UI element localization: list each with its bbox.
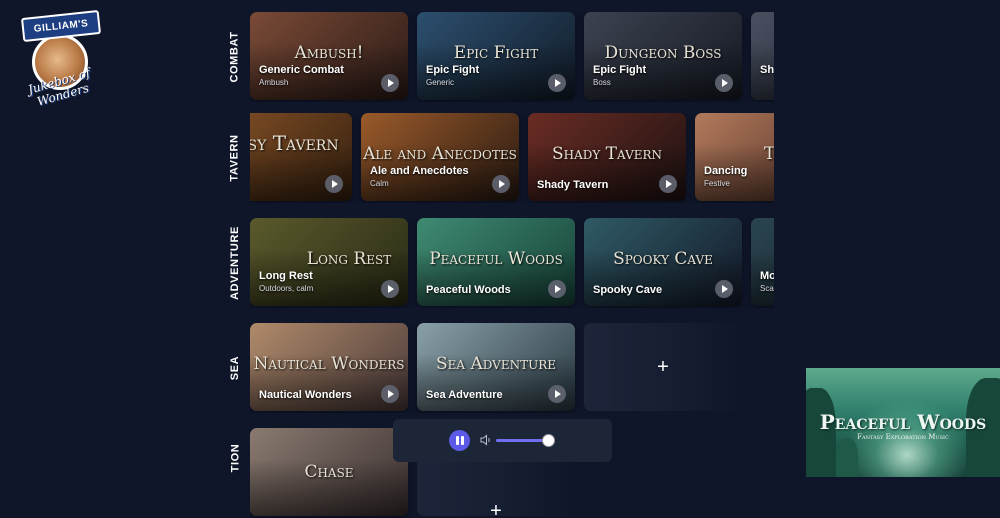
track-card[interactable]: Tavern Dancing Festive	[695, 113, 774, 201]
play-icon[interactable]	[381, 280, 399, 298]
play-icon[interactable]	[325, 175, 343, 193]
volume-icon[interactable]	[479, 433, 493, 447]
card-title: Shady Tavern	[537, 179, 608, 191]
row-label: TION	[222, 428, 248, 488]
play-icon[interactable]	[548, 280, 566, 298]
card-title: Mo	[760, 270, 774, 282]
track-card[interactable]: asy Tavern	[250, 113, 352, 201]
card-strip: Long Rest Long Rest Outdoors, calm Peace…	[250, 218, 774, 308]
play-icon[interactable]	[715, 280, 733, 298]
volume-handle[interactable]	[542, 434, 555, 447]
row-label: TAVERN	[222, 113, 248, 203]
row-label: ADVENTURE	[222, 218, 248, 308]
card-art-title: Shady Tavern	[528, 144, 686, 164]
card-art-title: Ale and Anecdotes	[361, 144, 519, 164]
card-title: Ale and Anecdotes	[370, 165, 469, 177]
volume-slider[interactable]	[496, 439, 552, 442]
play-icon[interactable]	[381, 385, 399, 403]
card-title: Spooky Cave	[593, 284, 662, 296]
card-title: Sea Adventure	[426, 389, 503, 401]
play-icon[interactable]	[715, 74, 733, 92]
track-card[interactable]: Epic Fight Epic Fight Generic	[417, 12, 575, 100]
track-card[interactable]: Shady Tavern Shady Tavern	[528, 113, 686, 201]
category-row-sea: SEA Nautical Wonders Nautical Wonders Se…	[222, 323, 774, 413]
card-subtitle: Boss	[593, 78, 611, 87]
card-art-title: Sea Adventure	[417, 354, 575, 374]
card-title: Shi	[760, 64, 774, 76]
play-icon[interactable]	[381, 74, 399, 92]
card-art-title: Peaceful Woods	[417, 249, 575, 269]
track-card[interactable]: Chase	[250, 428, 408, 516]
card-subtitle: Festive	[704, 179, 730, 188]
card-title: Epic Fight	[593, 64, 646, 76]
play-icon[interactable]	[659, 175, 677, 193]
category-row-combat: COMBAT Ambush! Generic Combat Ambush Epi…	[222, 12, 774, 102]
pause-button[interactable]	[449, 430, 470, 451]
category-row-adventure: ADVENTURE Long Rest Long Rest Outdoors, …	[222, 218, 774, 308]
play-icon[interactable]	[492, 175, 510, 193]
card-title: Generic Combat	[259, 64, 344, 76]
card-art-title: asy Tavern	[250, 131, 352, 155]
track-card[interactable]: Ale and Anecdotes Ale and Anecdotes Calm	[361, 113, 519, 201]
card-art-title: Long Rest	[290, 249, 408, 269]
card-subtitle: Outdoors, calm	[259, 284, 313, 293]
card-strip: asy Tavern Ale and Anecdotes Ale and Ane…	[250, 113, 774, 203]
track-card[interactable]: Sea Adventure Sea Adventure	[417, 323, 575, 411]
card-title: Nautical Wonders	[259, 389, 352, 401]
card-art-title: Spooky Cave	[584, 249, 742, 269]
track-card[interactable]: Ambush! Generic Combat Ambush	[250, 12, 408, 100]
now-playing-artwork[interactable]: Peaceful Woods Fantasy Exploration Music	[806, 368, 1000, 477]
track-card[interactable]: Shi	[751, 12, 774, 100]
card-strip: Nautical Wonders Nautical Wonders Sea Ad…	[250, 323, 774, 413]
logo-banner: GILLIAM'S	[21, 10, 101, 42]
track-card[interactable]: Long Rest Long Rest Outdoors, calm	[250, 218, 408, 306]
card-subtitle: Scar	[760, 284, 774, 293]
track-card[interactable]: Dungeon Boss Epic Fight Boss	[584, 12, 742, 100]
row-label: SEA	[222, 323, 248, 413]
card-title: Long Rest	[259, 270, 313, 282]
add-track-button[interactable]: +	[584, 323, 742, 411]
volume-fill	[496, 439, 548, 442]
now-playing-title: Peaceful Woods	[806, 410, 1000, 434]
plus-icon: +	[657, 356, 669, 379]
card-subtitle: Ambush	[259, 78, 288, 87]
card-art-title: Chase	[250, 462, 408, 482]
category-row-tavern: TAVERN asy Tavern Ale and Anecdotes Ale …	[222, 113, 774, 203]
card-strip: Ambush! Generic Combat Ambush Epic Fight…	[250, 12, 774, 102]
play-icon[interactable]	[548, 74, 566, 92]
card-subtitle: Calm	[370, 179, 389, 188]
card-title: Peaceful Woods	[426, 284, 511, 296]
card-art-title: Epic Fight	[417, 43, 575, 63]
row-label: COMBAT	[222, 12, 248, 102]
card-art-title: Nautical Wonders	[250, 354, 408, 374]
card-subtitle: Generic	[426, 78, 454, 87]
plus-icon: +	[490, 500, 502, 518]
track-card[interactable]: Spooky Cave Spooky Cave	[584, 218, 742, 306]
track-card[interactable]: Mo Scar	[751, 218, 774, 306]
card-art-title: Tavern	[731, 144, 774, 164]
card-art-title: Ambush!	[250, 43, 408, 63]
track-card[interactable]: Peaceful Woods Peaceful Woods	[417, 218, 575, 306]
card-title: Dancing	[704, 165, 747, 177]
app-logo[interactable]: GILLIAM'S Jukebox of Wonders	[8, 12, 112, 120]
track-card[interactable]: Nautical Wonders Nautical Wonders	[250, 323, 408, 411]
card-art-title: Dungeon Boss	[584, 43, 742, 63]
play-icon[interactable]	[548, 385, 566, 403]
audio-player-bar	[393, 419, 612, 462]
now-playing-subtitle: Fantasy Exploration Music	[806, 433, 1000, 441]
card-title: Epic Fight	[426, 64, 479, 76]
